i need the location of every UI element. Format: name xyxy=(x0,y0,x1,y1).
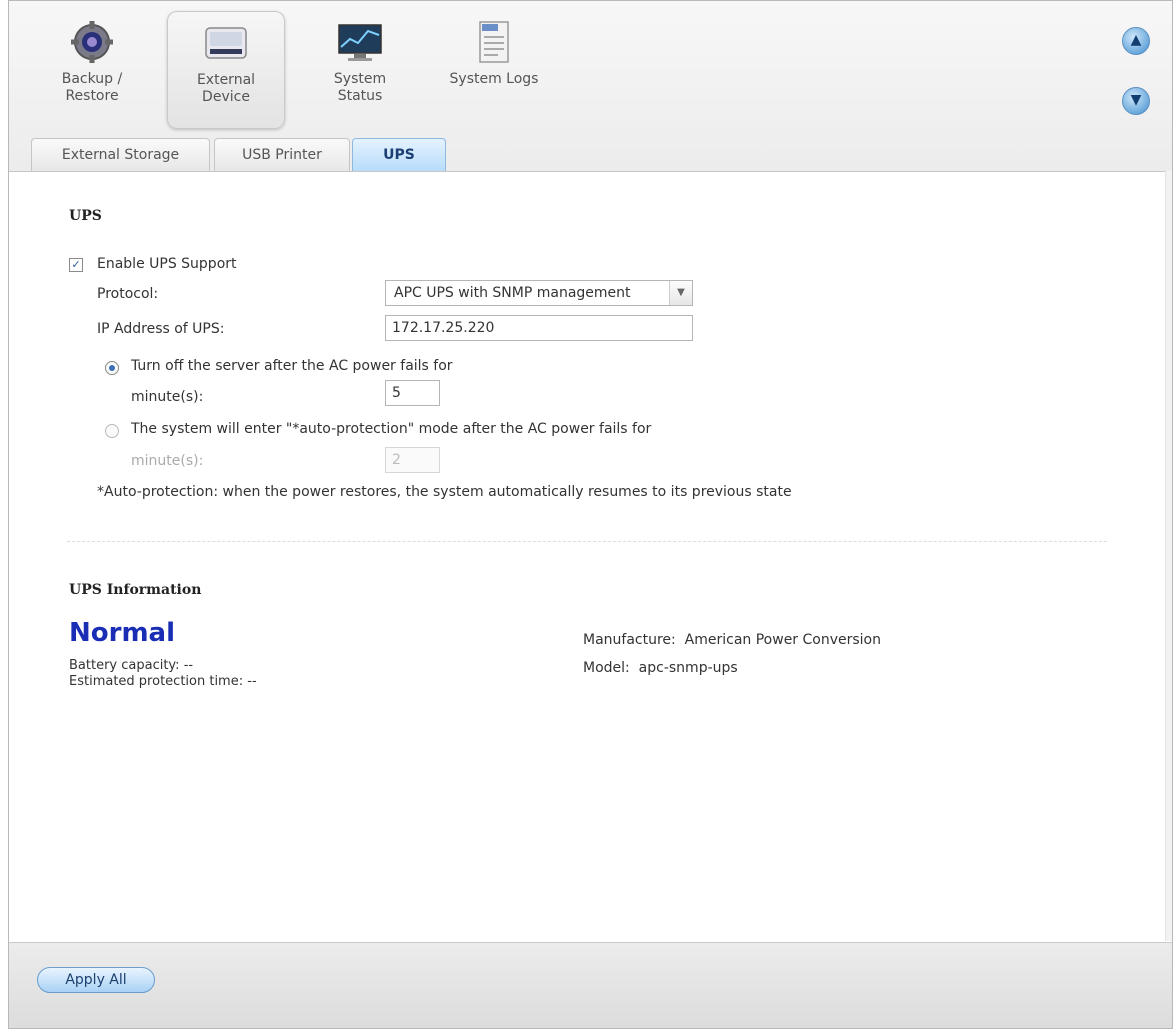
scroll-up-button[interactable]: ▲ xyxy=(1122,27,1150,55)
enable-ups-label: Enable UPS Support xyxy=(97,256,237,272)
auto-protection-minutes-label: minute(s): xyxy=(131,453,204,469)
tab-external-storage[interactable]: External Storage xyxy=(31,138,210,171)
ip-address-label: IP Address of UPS: xyxy=(97,321,225,337)
auto-protection-footnote: *Auto-protection: when the power restore… xyxy=(97,484,792,500)
footer-bar: Apply All xyxy=(9,942,1172,1028)
tab-label: External Storage xyxy=(61,147,180,163)
ups-section-title: UPS xyxy=(69,208,102,224)
battery-capacity: Battery capacity: -- xyxy=(69,658,193,673)
monitor-icon xyxy=(338,24,382,61)
tool-backup-restore[interactable]: Backup / Restore xyxy=(33,11,151,129)
apply-all-button[interactable]: Apply All xyxy=(37,967,155,993)
turn-off-label: Turn off the server after the AC power f… xyxy=(131,358,453,374)
model-value: apc-snmp-ups xyxy=(638,660,738,676)
manufacture-row: Manufacture: American Power Conversion xyxy=(583,632,881,648)
protocol-select[interactable]: APC UPS with SNMP management ▼ xyxy=(385,280,693,306)
protection-time: Estimated protection time: -- xyxy=(69,674,257,689)
tab-label: UPS xyxy=(383,147,415,163)
chevron-down-icon: ▼ xyxy=(1130,92,1142,108)
turn-off-minutes-value: 5 xyxy=(392,385,401,401)
model-row: Model: apc-snmp-ups xyxy=(583,660,738,676)
tool-system-status[interactable]: System Status xyxy=(301,11,419,129)
turn-off-minutes-label: minute(s): xyxy=(131,389,204,405)
protection-time-label: Estimated protection time: xyxy=(69,674,244,689)
scroll-down-button[interactable]: ▼ xyxy=(1122,87,1150,115)
tool-label: System Logs xyxy=(449,71,539,87)
toolbar: Backup / Restore External Device System … xyxy=(9,1,1172,171)
manufacture-label: Manufacture: xyxy=(583,632,676,648)
ip-address-value: 172.17.25.220 xyxy=(392,320,495,336)
tool-label: External Device xyxy=(196,72,256,105)
manufacture-value: American Power Conversion xyxy=(684,632,881,648)
tool-system-logs[interactable]: System Logs xyxy=(435,11,553,129)
log-icon xyxy=(479,21,509,63)
turn-off-minutes-input[interactable]: 5 xyxy=(385,380,440,406)
tool-label: Backup / Restore xyxy=(61,71,123,104)
tab-usb-printer[interactable]: USB Printer xyxy=(214,138,350,171)
app-window: Backup / Restore External Device System … xyxy=(8,0,1173,1029)
drive-icon xyxy=(205,27,247,59)
protocol-label: Protocol: xyxy=(97,286,159,302)
chevron-down-icon: ▼ xyxy=(669,281,692,305)
auto-protection-radio[interactable] xyxy=(105,424,119,438)
battery-capacity-label: Battery capacity: xyxy=(69,658,180,673)
auto-protection-label: The system will enter "*auto-protection"… xyxy=(131,421,652,437)
protocol-value: APC UPS with SNMP management xyxy=(394,285,631,301)
chevron-up-icon: ▲ xyxy=(1130,32,1142,48)
ups-info-title: UPS Information xyxy=(69,582,202,598)
model-label: Model: xyxy=(583,660,630,676)
battery-capacity-value: -- xyxy=(183,658,194,673)
ups-status: Normal xyxy=(69,618,175,648)
gear-icon xyxy=(71,21,113,63)
tab-label: USB Printer xyxy=(242,147,322,163)
section-divider xyxy=(67,541,1107,542)
auto-protection-minutes-value: 2 xyxy=(392,452,401,468)
auto-protection-minutes-input[interactable]: 2 xyxy=(385,447,440,473)
tool-label: System Status xyxy=(333,71,387,104)
tab-ups[interactable]: UPS xyxy=(352,138,446,171)
protection-time-value: -- xyxy=(247,674,257,689)
tool-external-device[interactable]: External Device xyxy=(167,11,285,129)
ups-panel: UPS ✓ Enable UPS Support Protocol: APC U… xyxy=(9,172,1172,942)
ip-address-input[interactable]: 172.17.25.220 xyxy=(385,315,693,341)
enable-ups-checkbox[interactable]: ✓ xyxy=(69,258,83,272)
turn-off-radio[interactable] xyxy=(105,361,119,375)
